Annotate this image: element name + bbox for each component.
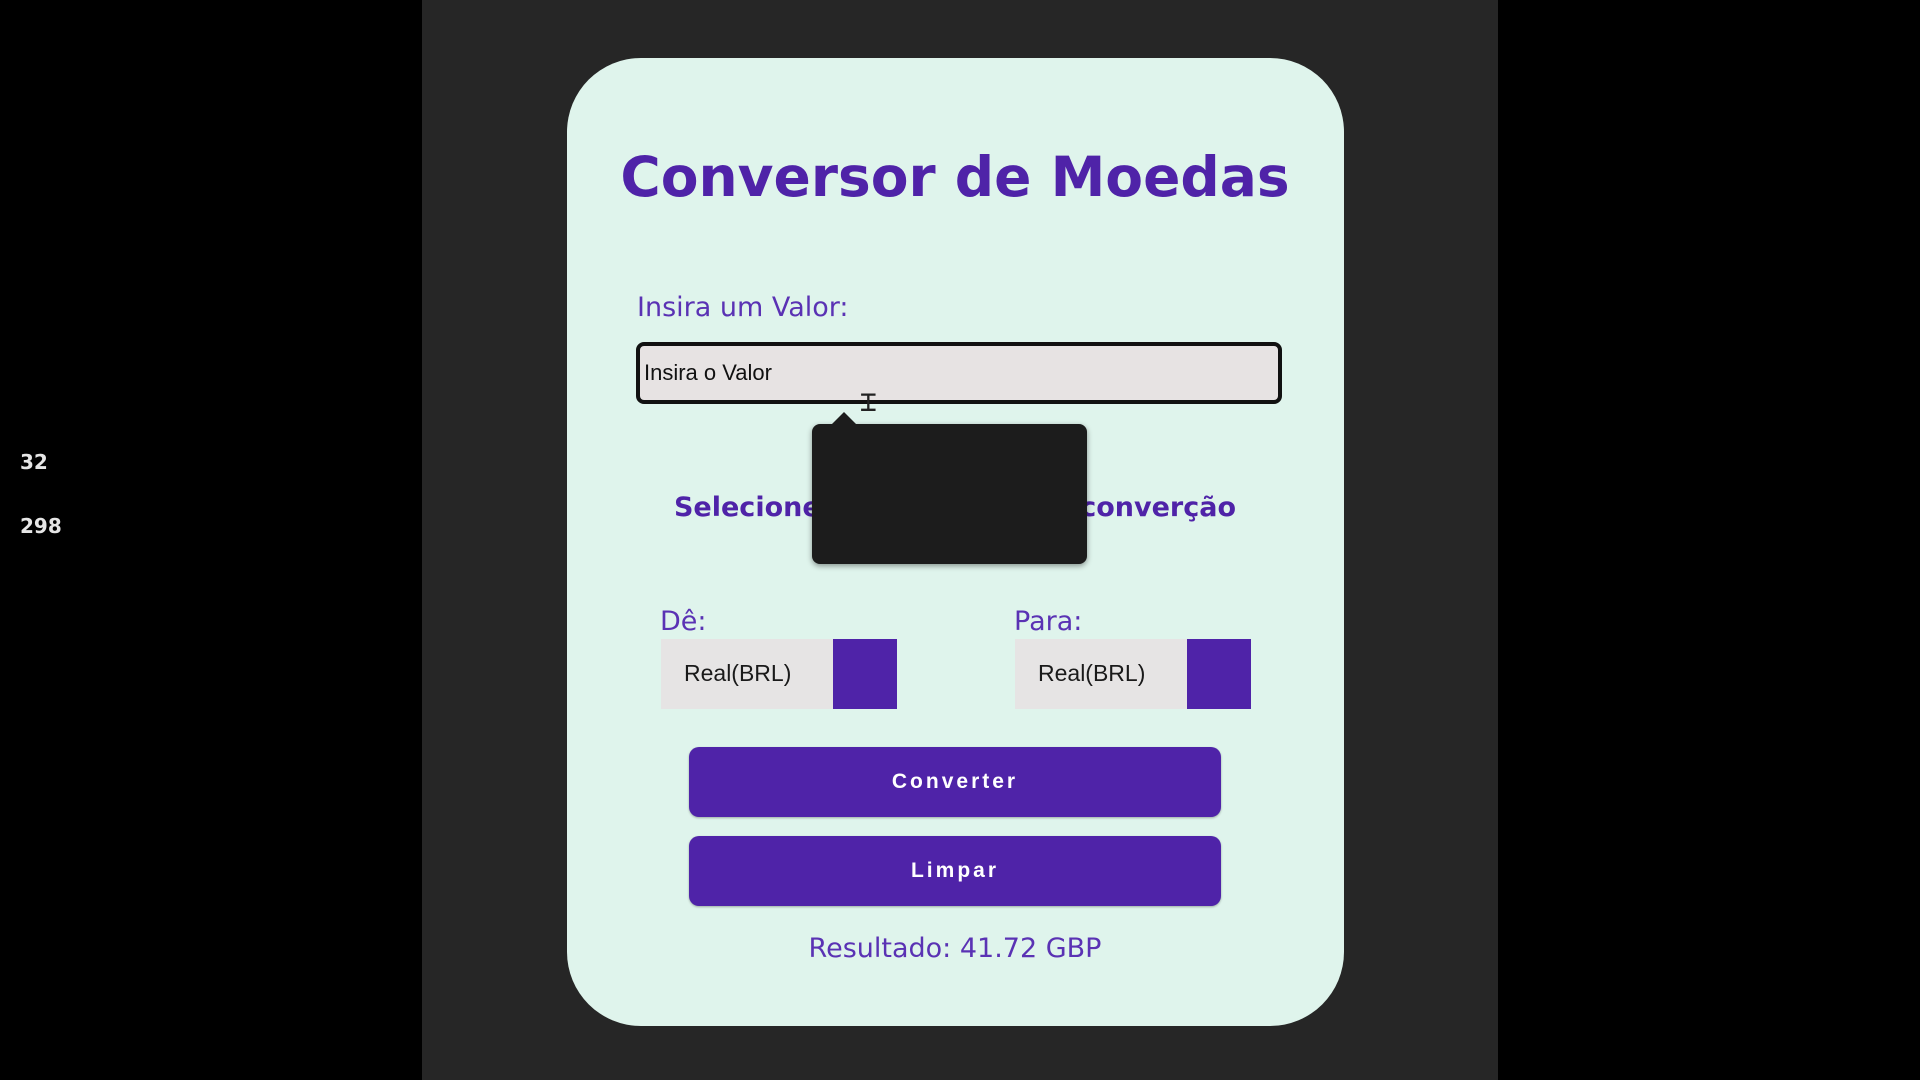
value-input[interactable] — [636, 342, 1282, 404]
value-label: Insira um Valor: — [637, 292, 849, 323]
to-label: Para: — [1014, 606, 1083, 637]
from-currency-select[interactable]: Real(BRL) — [661, 639, 897, 709]
dropdown-arrow-icon[interactable] — [1187, 639, 1251, 709]
text-cursor-icon: ⌶ — [860, 385, 877, 418]
to-currency-select[interactable]: Real(BRL) — [1015, 639, 1251, 709]
convert-button[interactable]: Converter — [689, 747, 1221, 817]
clear-button[interactable]: Limpar — [689, 836, 1221, 906]
to-currency-value: Real(BRL) — [1038, 660, 1146, 686]
autocomplete-option[interactable]: 298 — [20, 514, 62, 538]
autocomplete-dropdown — [812, 412, 1087, 564]
page-title: Conversor de Moedas — [620, 145, 1290, 209]
from-label: Dê: — [660, 606, 707, 637]
from-currency-value: Real(BRL) — [684, 660, 792, 686]
autocomplete-option[interactable]: 32 — [20, 450, 48, 474]
result-text: Resultado: 41.72 GBP — [808, 933, 1102, 964]
dropdown-arrow-icon[interactable] — [833, 639, 897, 709]
